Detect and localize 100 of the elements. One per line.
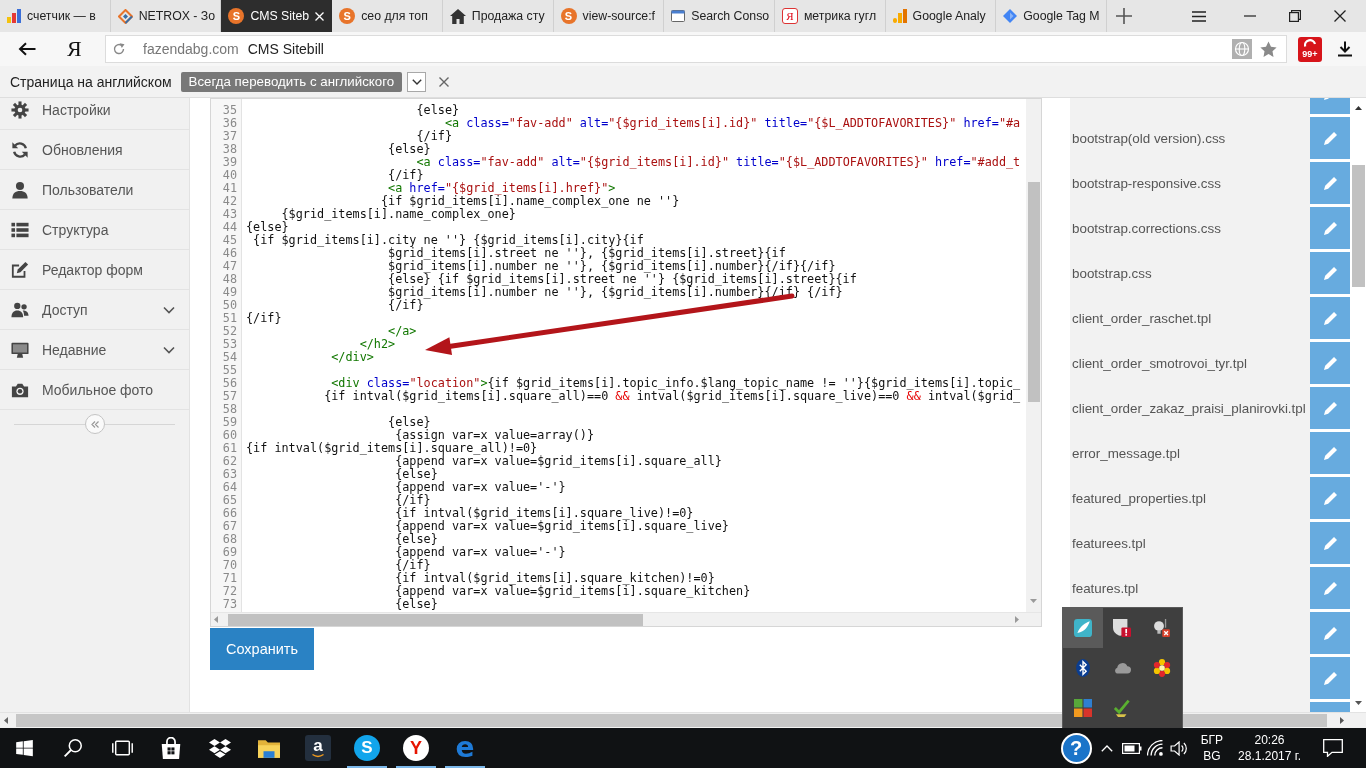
- code-line: $grid_items[i].street ne ''}, {$grid_items[i].street}{if: [388, 247, 786, 260]
- dropdown-button[interactable]: [407, 71, 427, 92]
- taskbar-app-button[interactable]: a: [294, 728, 342, 768]
- edit-button[interactable]: [1310, 162, 1350, 204]
- code-line: {/if}: [395, 559, 431, 572]
- refresh-icon: [11, 140, 29, 159]
- file-name[interactable]: bootstrap-responsive.css: [1072, 175, 1221, 191]
- code-line: <a href="{$grid_items[i].href}">: [388, 182, 616, 195]
- language-indicator[interactable]: БГР BG: [1195, 732, 1229, 764]
- edit-button[interactable]: [1310, 612, 1350, 654]
- code-line: {if $grid_items[i].city ne ''} {$grid_items[i].city}{if: [253, 234, 644, 247]
- line-number: 42: [222, 195, 237, 208]
- star-icon[interactable]: [1260, 41, 1277, 57]
- horizontal-scrollbar[interactable]: [211, 612, 1041, 626]
- notification-icon[interactable]: [1323, 739, 1343, 757]
- extension-button[interactable]: 99+: [1298, 36, 1322, 62]
- code-line: <div class="location">{if $grid_items[i].topic_info.$lang_topic_name != ''}{$grid_items[i].topic_: [331, 377, 1021, 390]
- line-number: 57: [222, 390, 237, 403]
- close-icon[interactable]: [1334, 10, 1346, 22]
- speaker-icon[interactable]: [1169, 740, 1187, 756]
- battery-icon[interactable]: [1121, 742, 1142, 754]
- caret-left-icon[interactable]: [214, 616, 218, 623]
- scrollbar-thumb[interactable]: [228, 613, 643, 626]
- sidebar-item[interactable]: Доступ: [0, 290, 189, 330]
- file-name[interactable]: featurees.tpl: [1072, 535, 1146, 551]
- edit-button[interactable]: [1310, 477, 1350, 519]
- code-line: $grid_items[i].number ne ''}, {$grid_items[i].number}{/if} {/if}: [388, 286, 843, 299]
- file-name[interactable]: featured_properties.tpl: [1072, 490, 1206, 506]
- collapse-button[interactable]: [84, 414, 105, 434]
- line-number: 40: [222, 169, 237, 182]
- file-name[interactable]: bootstrap.css: [1072, 265, 1152, 281]
- plus-icon[interactable]: [1115, 8, 1132, 24]
- edit-button[interactable]: [1310, 387, 1350, 429]
- caret-down-icon[interactable]: [1354, 701, 1362, 705]
- edit-button[interactable]: [1310, 342, 1350, 384]
- wifi-icon[interactable]: [1146, 740, 1163, 756]
- edit-icon: [11, 260, 29, 279]
- line-number: 56: [222, 377, 237, 390]
- code-line: {if intval($grid_items[i].square_all)!=0}: [246, 442, 538, 455]
- pencil-icon: [1323, 266, 1337, 280]
- translate-button[interactable]: Всегда переводить с английского: [180, 71, 403, 92]
- logo-button[interactable]: Я: [67, 37, 83, 61]
- sidebar-item[interactable]: Пользователи: [0, 170, 189, 210]
- sidebar-item[interactable]: Структура: [0, 210, 189, 250]
- scrollbar-thumb[interactable]: [1351, 165, 1365, 287]
- edit-button[interactable]: [1310, 252, 1350, 294]
- restore-icon[interactable]: [1289, 10, 1301, 22]
- file-name[interactable]: client_order_smotrovoi_tyr.tpl: [1072, 355, 1247, 371]
- scrollbar-thumb[interactable]: [16, 714, 1327, 727]
- code-line: {else}: [395, 598, 438, 611]
- back-arrow-icon[interactable]: [18, 42, 36, 56]
- edit-button[interactable]: [1310, 207, 1350, 249]
- vertical-scrollbar[interactable]: [1026, 99, 1041, 612]
- file-name[interactable]: client_order_zakaz_praisi_planirovki.tpl: [1072, 400, 1306, 416]
- file-name[interactable]: client_order_raschet.tpl: [1072, 310, 1212, 326]
- file-name[interactable]: features.tpl: [1072, 580, 1139, 596]
- file-name[interactable]: bootstrap.corrections.css: [1072, 220, 1221, 236]
- sidebar-item[interactable]: Недавние: [0, 330, 189, 370]
- line-number: 70: [222, 559, 237, 572]
- checkmark-icon: [1113, 699, 1132, 717]
- horizontal-scrollbar[interactable]: [0, 712, 1366, 728]
- browser-tab[interactable]: S CMS Siteb: [221, 0, 333, 32]
- sidebar-item[interactable]: Настройки: [0, 98, 189, 130]
- sidebar-item[interactable]: Редактор форм: [0, 250, 189, 290]
- globe-icon[interactable]: [1232, 39, 1252, 59]
- line-number: 44: [222, 221, 237, 234]
- app-tile-icon: [1073, 619, 1092, 637]
- code-line: {append var=x value='-'}: [395, 546, 566, 559]
- reload-icon[interactable]: [113, 43, 125, 55]
- caret-up-icon[interactable]: [1354, 106, 1362, 110]
- caret-right-icon[interactable]: [1340, 717, 1344, 724]
- house-icon: [449, 8, 466, 24]
- letter-disc-icon: Y: [403, 735, 429, 761]
- sidebar-item[interactable]: Обновления: [0, 130, 189, 170]
- address-field[interactable]: fazendabg.com CMS Sitebill: [105, 35, 1287, 63]
- code-line: {append var=x value=$grid_items[i].square_kitchen}: [395, 585, 751, 598]
- sidebar-item[interactable]: Мобильное фото: [0, 370, 189, 410]
- edit-button[interactable]: [1310, 432, 1350, 474]
- tray-icon-button[interactable]: [1063, 608, 1103, 648]
- windows-logo-icon: [15, 739, 33, 757]
- help-icon[interactable]: ?: [1060, 732, 1092, 764]
- file-name[interactable]: error_message.tpl: [1072, 445, 1180, 461]
- caret-left-icon[interactable]: [4, 717, 8, 724]
- chevron-up-icon[interactable]: [1100, 744, 1113, 752]
- edit-button[interactable]: [1310, 117, 1350, 159]
- save-button[interactable]: Сохранить: [210, 628, 314, 670]
- edit-button[interactable]: [1310, 567, 1350, 609]
- download-icon[interactable]: [1337, 41, 1353, 57]
- code-line: {else}: [246, 221, 289, 234]
- line-number: 36: [222, 117, 237, 130]
- code-editor[interactable]: [210, 98, 1042, 627]
- line-number: 54: [222, 351, 237, 364]
- clock[interactable]: 20:26 28.1.2017 г.: [1234, 732, 1305, 764]
- edit-button[interactable]: [1310, 522, 1350, 564]
- scrollbar-thumb[interactable]: [1027, 182, 1040, 402]
- menu-icon[interactable]: [1192, 10, 1206, 22]
- code-line: {else}: [416, 104, 460, 117]
- letter-circle-icon: S: [228, 8, 245, 24]
- file-name[interactable]: bootstrap(old version).css: [1072, 130, 1226, 146]
- edit-button[interactable]: [1310, 297, 1350, 339]
